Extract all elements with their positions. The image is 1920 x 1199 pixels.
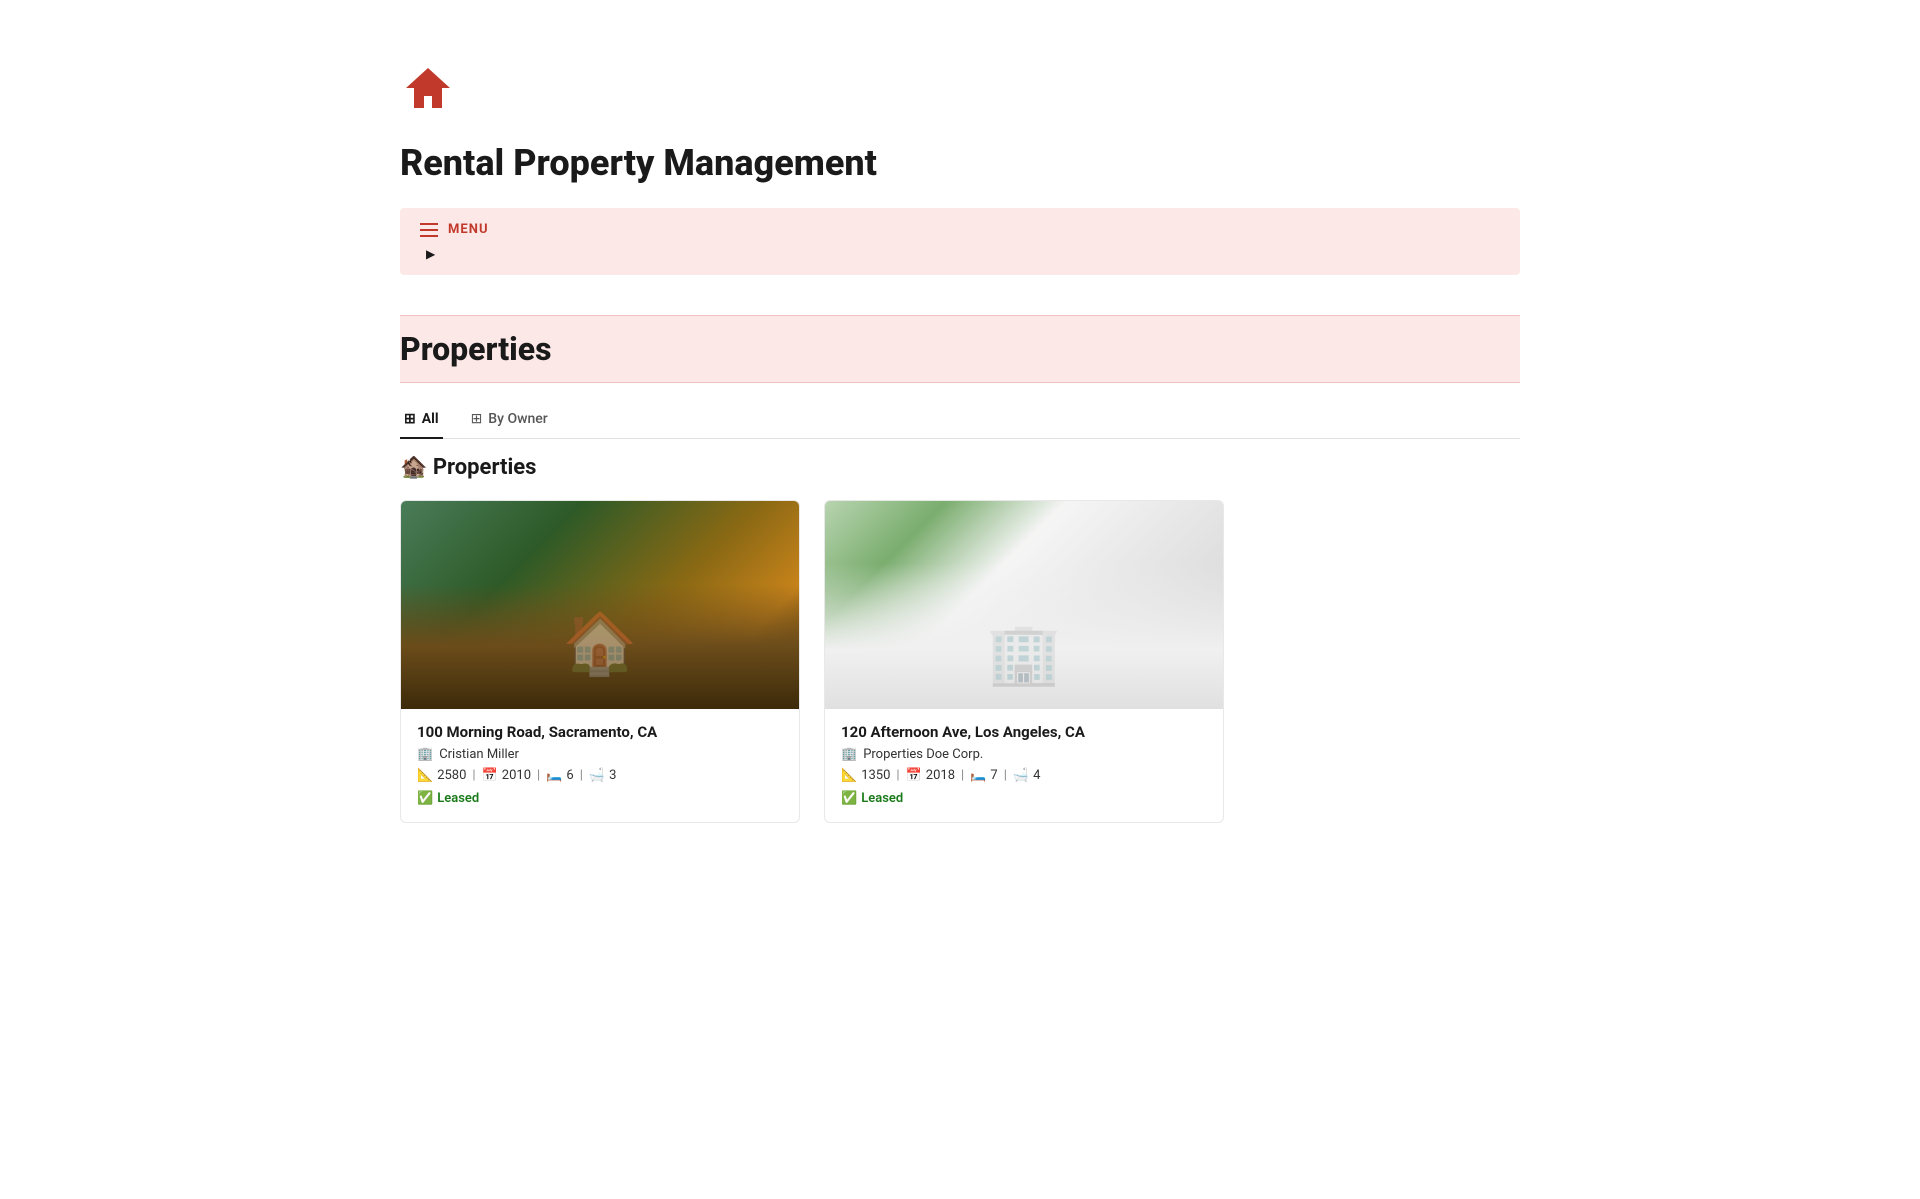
property-card-2-sqft: 1350 [861,768,890,783]
menu-bar: MENU ▶ [400,208,1520,275]
sqft-icon-2: 📐 [841,768,857,783]
property-card-2-owner: 🏢 Properties Doe Corp. [841,747,1207,762]
property-card-2-beds: 7 [990,768,997,783]
property-card-1[interactable]: 100 Morning Road, Sacramento, CA 🏢 Crist… [400,500,800,823]
tab-by-owner[interactable]: ⊞ By Owner [467,403,552,439]
property-card-1-details: 📐 2580 | 📅 2010 | 🛏️ 6 | 🛁 3 [417,768,783,783]
tab-by-owner-icon: ⊞ [471,411,483,427]
menu-expand-arrow[interactable]: ▶ [426,247,1500,261]
property-card-1-sqft: 2580 [437,768,466,783]
property-card-2-address: 120 Afternoon Ave, Los Angeles, CA [841,723,1207,741]
property-card-1-beds: 6 [566,768,573,783]
baths-icon-2: 🛁 [1013,768,1029,783]
properties-grid: 100 Morning Road, Sacramento, CA 🏢 Crist… [400,500,1520,823]
baths-icon-1: 🛁 [589,768,605,783]
property-card-1-baths: 3 [609,768,616,783]
year-icon-2: 📅 [906,768,922,783]
property-card-1-body: 100 Morning Road, Sacramento, CA 🏢 Crist… [401,709,799,822]
tab-all-icon: ⊞ [404,411,416,427]
property-card-2-year: 2018 [926,768,955,783]
status-icon-1: ✅ [417,791,433,806]
hamburger-icon [420,223,438,237]
sqft-icon-1: 📐 [417,768,433,783]
beds-icon-1: 🛏️ [546,768,562,783]
app-icon [400,60,1520,130]
owner-icon-2: 🏢 [841,747,857,762]
beds-icon-2: 🛏️ [970,768,986,783]
tab-by-owner-label: By Owner [488,411,547,427]
owner-icon-1: 🏢 [417,747,433,762]
properties-heading-text: 🏚️ Properties [400,455,536,480]
property-card-2-image [825,501,1223,709]
section-header: Properties [400,315,1520,383]
property-card-2-body: 120 Afternoon Ave, Los Angeles, CA 🏢 Pro… [825,709,1223,822]
section-title: Properties [400,330,1520,368]
property-card-2[interactable]: 120 Afternoon Ave, Los Angeles, CA 🏢 Pro… [824,500,1224,823]
property-card-1-status: ✅ Leased [417,791,783,806]
property-card-1-address: 100 Morning Road, Sacramento, CA [417,723,783,741]
property-card-1-image [401,501,799,709]
property-card-1-owner: 🏢 Cristian Miller [417,747,783,762]
property-card-1-owner-name: Cristian Miller [439,747,519,762]
property-card-2-details: 📐 1350 | 📅 2018 | 🛏️ 7 | 🛁 4 [841,768,1207,783]
property-card-1-status-text: Leased [437,791,479,806]
status-icon-2: ✅ [841,791,857,806]
property-card-2-baths: 4 [1033,768,1040,783]
menu-label: MENU [448,222,489,237]
year-icon-1: 📅 [482,768,498,783]
app-title: Rental Property Management [400,142,1520,184]
tabs-row: ⊞ All ⊞ By Owner [400,403,1520,439]
property-card-2-owner-name: Properties Doe Corp. [863,747,983,762]
tab-all[interactable]: ⊞ All [400,403,443,439]
tab-all-label: All [422,411,439,427]
properties-section-heading: 🏚️ Properties [400,455,1520,480]
property-card-2-status: ✅ Leased [841,791,1207,806]
property-card-2-status-text: Leased [861,791,903,806]
menu-toggle[interactable]: MENU [420,222,1500,237]
property-card-1-year: 2010 [502,768,531,783]
